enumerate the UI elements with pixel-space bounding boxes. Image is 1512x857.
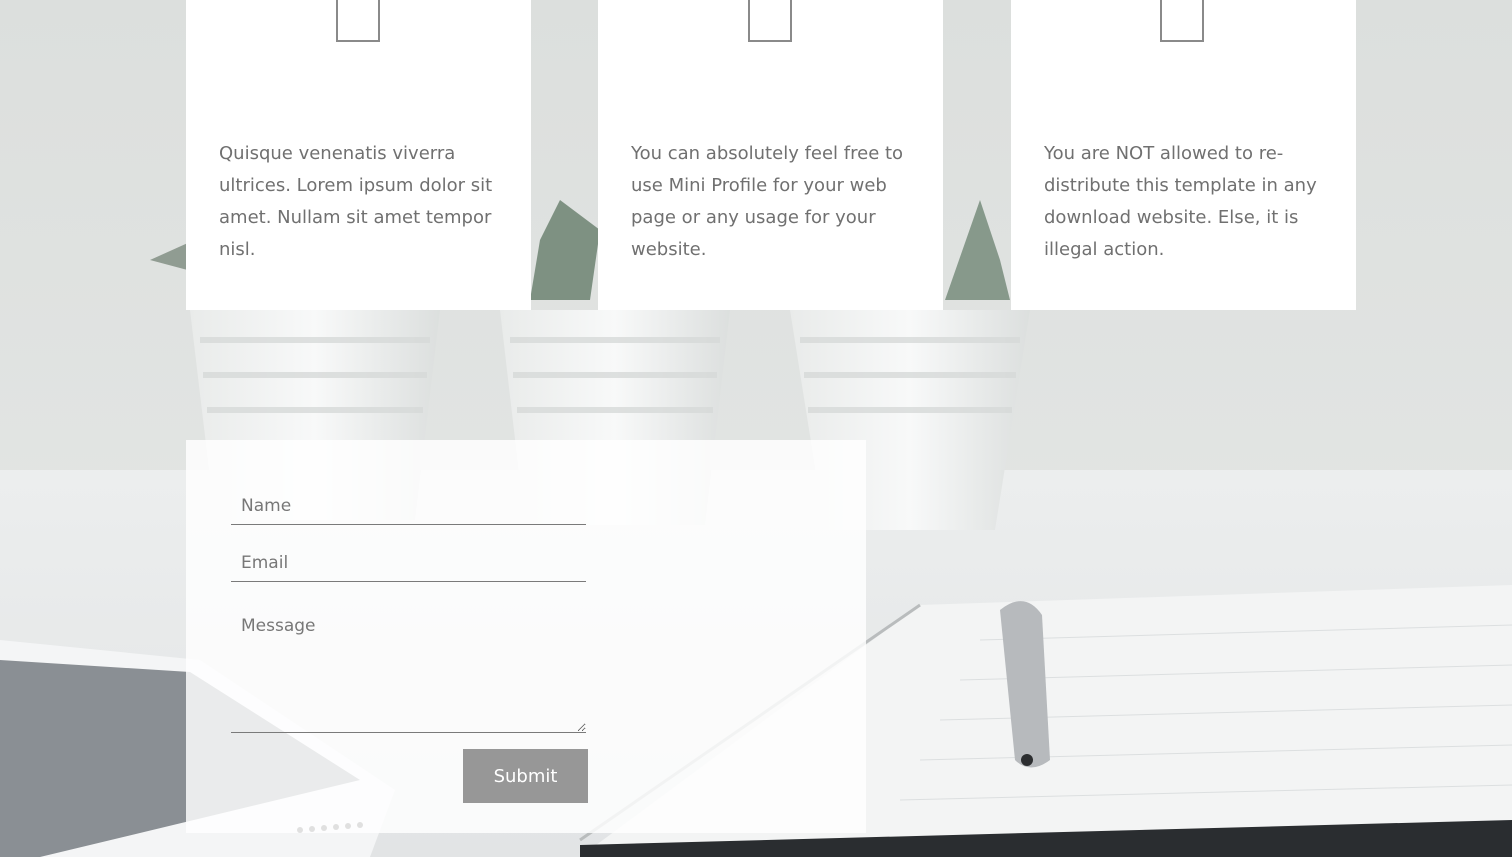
feature-card-2: You can absolutely feel free to use Mini… [598,0,943,310]
empty-icon-placeholder [336,0,380,42]
email-input[interactable] [231,544,586,582]
empty-icon-placeholder [748,0,792,42]
submit-button[interactable]: Submit [463,749,588,803]
feature-card-text: You are NOT allowed to re-distribute thi… [1044,143,1317,260]
feature-card-text: Quisque venenatis viverra ultrices. Lore… [219,143,493,260]
contact-form: Submit [186,440,866,833]
feature-card-text: You can absolutely feel free to use Mini… [631,143,904,260]
feature-card-1: Quisque venenatis viverra ultrices. Lore… [186,0,531,310]
empty-icon-placeholder [1160,0,1204,42]
feature-card-3: You are NOT allowed to re-distribute thi… [1011,0,1356,310]
message-textarea[interactable] [231,610,586,733]
name-input[interactable] [231,488,586,525]
